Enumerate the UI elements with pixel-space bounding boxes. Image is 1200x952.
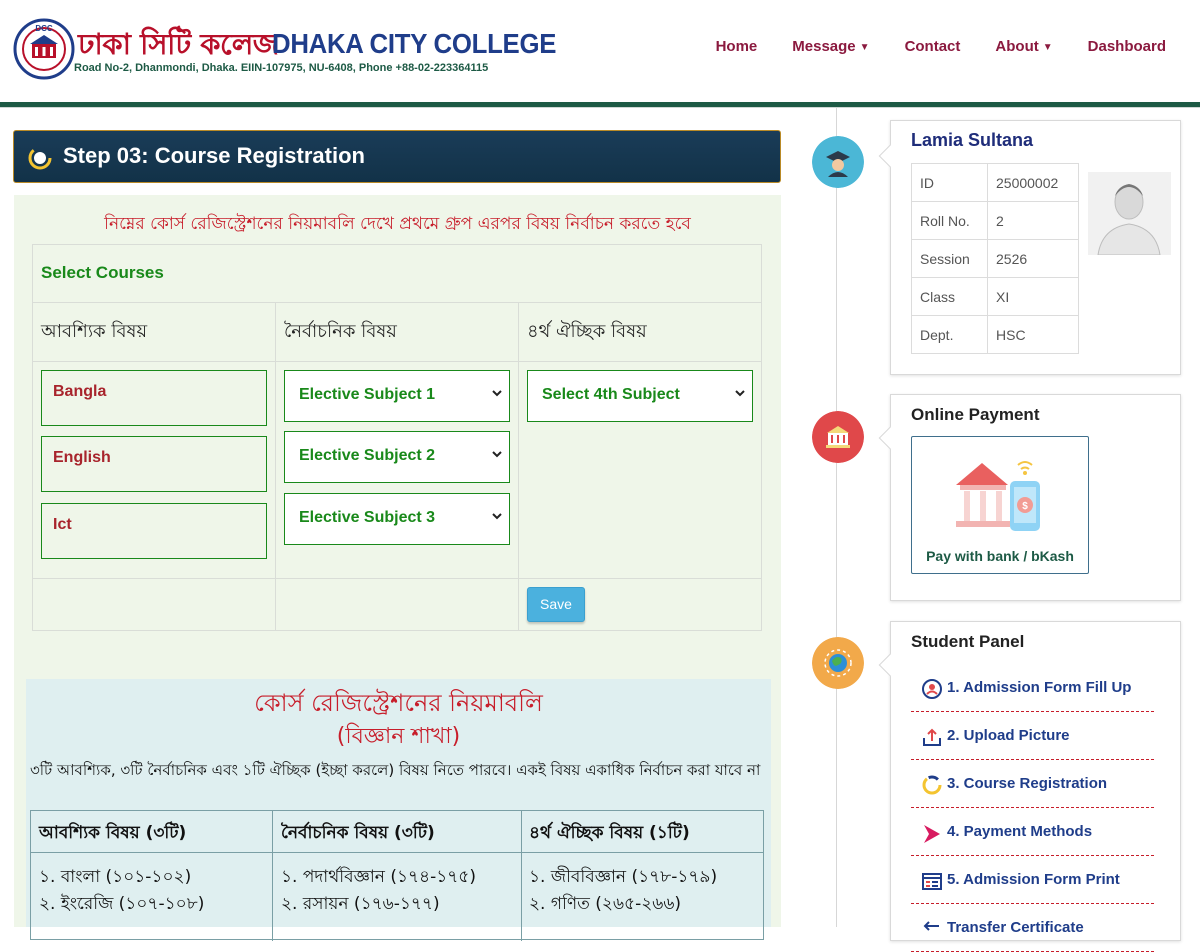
main-nav: Home Message ▼ Contact About ▼ Dashboard <box>681 38 1166 55</box>
globe-icon <box>812 637 864 689</box>
compulsory-subject-ict: Ict <box>41 503 267 559</box>
panel-item-admission-form[interactable]: 1. Admission Form Fill Up <box>911 664 1154 712</box>
student-name: Lamia Sultana <box>911 130 1034 150</box>
rules-description: ৩টি আবশ্যিক, ৩টি নৈর্বাচনিক এবং ১টি ঐচ্ছ… <box>30 761 761 779</box>
save-button[interactable]: Save <box>527 587 585 622</box>
college-logo-icon[interactable]: DCC <box>13 17 75 81</box>
panel-item-transfer-certificate[interactable]: Transfer Certificate <box>911 904 1154 952</box>
rules-header-elective: নৈর্বাচনিক বিষয় (৩টি) <box>281 823 435 843</box>
student-panel-card: Student Panel 1. Admission Form Fill Up … <box>878 621 1181 952</box>
spinner-icon <box>28 146 52 170</box>
user-circle-icon <box>922 679 942 699</box>
site-header: DCC ঢাকা সিটি কলেজ DHAKA CITY COLLEGE Ro… <box>0 0 1200 103</box>
elective-select-2[interactable]: Elective Subject 2 <box>284 431 510 483</box>
avatar <box>1088 172 1171 255</box>
nav-about[interactable]: About ▼ <box>995 38 1052 55</box>
table-divider <box>521 811 522 941</box>
table-row: Roll No. 2 <box>911 201 1079 240</box>
table-divider <box>272 811 273 941</box>
student-panel-title: Student Panel <box>911 632 1025 651</box>
select-courses-title: Select Courses <box>41 263 164 282</box>
student-info-card: Lamia Sultana ID 25000002 Roll No. 2 Sessi… <box>878 120 1181 375</box>
table-row: ID 25000002 <box>911 163 1079 202</box>
panel-item-payment-methods[interactable]: 4. Payment Methods <box>911 808 1154 856</box>
rules-compulsory-list: ১. বাংলা (১০১-১০২) ২. ইংরেজি (১০৭-১০৮) <box>39 864 204 918</box>
svg-text:$: $ <box>1022 501 1028 512</box>
rules-header-fourth: ৪র্থ ঐচ্ছিক বিষয় (১টি) <box>529 823 690 843</box>
chevron-down-icon <box>492 513 502 520</box>
column-header-elective: নৈর্বাচনিক বিষয় <box>284 321 397 342</box>
course-selection-table: Select Courses আবশ্যিক বিষয় নৈর্বাচনিক … <box>32 244 762 631</box>
transfer-icon <box>923 921 939 931</box>
nav-dashboard[interactable]: Dashboard <box>1088 38 1166 55</box>
list-item: ২. গণিত (২৬৫-২৬৬) <box>529 894 682 914</box>
rules-header-compulsory: আবশ্যিক বিষয় (৩টি) <box>39 823 187 843</box>
nav-message[interactable]: Message ▼ <box>792 38 869 55</box>
list-item: ১. বাংলা (১০১-১০২) <box>39 867 192 887</box>
registration-rules-panel: কোর্স রেজিস্ট্রেশনের নিয়মাবলি (বিজ্ঞান … <box>26 679 771 941</box>
column-header-compulsory: আবশ্যিক বিষয় <box>41 321 148 342</box>
table-row: Session 2526 <box>911 239 1079 278</box>
list-item: ১. জীববিজ্ঞান (১৭৮-১৭৯) <box>529 867 718 887</box>
college-address: Road No-2, Dhanmondi, Dhaka. EIIN-107975… <box>74 62 489 74</box>
rules-title: কোর্স রেজিস্ট্রেশনের নিয়মাবলি <box>254 689 543 717</box>
rules-table: আবশ্যিক বিষয় (৩টি) নৈর্বাচনিক বিষয় (৩ট… <box>30 810 764 941</box>
table-divider <box>275 302 276 630</box>
table-row: Class XI <box>911 277 1079 316</box>
print-form-icon <box>922 873 942 890</box>
chevron-down-icon <box>492 390 502 397</box>
course-registration-panel: নিম্নের কোর্স রেজিস্ট্রেশনের নিয়মাবলি দ… <box>14 195 781 941</box>
caret-down-icon: ▼ <box>859 42 870 53</box>
compulsory-subject-bangla: Bangla <box>41 370 267 426</box>
list-item: ২. রসায়ন (১৭৬-১৭৭) <box>281 894 440 914</box>
bank-mobile-payment-icon: $ <box>956 461 1040 531</box>
panel-item-upload-picture[interactable]: 2. Upload Picture <box>911 712 1154 760</box>
step-banner: Step 03: Course Registration <box>13 130 781 183</box>
header-divider <box>0 102 1200 108</box>
upload-icon <box>923 728 941 746</box>
spinner-icon <box>922 775 942 795</box>
table-divider <box>33 302 761 303</box>
timeline-line <box>836 108 837 927</box>
list-item: ১. পদার্থবিজ্ঞান (১৭৪-১৭৫) <box>281 867 476 887</box>
table-divider <box>33 578 761 579</box>
logo-english-text: DHAKA CITY COLLEGE <box>272 28 557 59</box>
chevron-down-icon <box>492 451 502 458</box>
step-title: Step 03: Course Registration <box>63 143 365 168</box>
pay-with-bank-button[interactable]: $ Pay with bank / bKash <box>911 436 1089 574</box>
fourth-subject-select[interactable]: Select 4th Subject <box>527 370 753 422</box>
table-divider <box>518 302 519 630</box>
elective-select-3[interactable]: Elective Subject 3 <box>284 493 510 545</box>
table-divider <box>33 361 761 362</box>
list-item: ২. ইংরেজি (১০৭-১০৮) <box>39 894 205 914</box>
column-header-fourth: ৪র্থ ঐচ্ছিক বিষয় <box>527 321 647 342</box>
online-payment-card: Online Payment $ Pay with bank / bKash <box>878 394 1181 601</box>
caret-down-icon: ▼ <box>1042 42 1053 53</box>
elective-select-1[interactable]: Elective Subject 1 <box>284 370 510 422</box>
registration-instruction: নিম্নের কোর্স রেজিস্ট্রেশনের নিয়মাবলি দ… <box>104 214 691 234</box>
compulsory-subject-english: English <box>41 436 267 492</box>
student-info-table: ID 25000002 Roll No. 2 Session 2526 Class XI… <box>911 163 1079 354</box>
rules-subtitle: (বিজ্ঞান শাখা) <box>336 724 461 749</box>
chevron-down-icon <box>735 390 745 397</box>
rules-elective-list: ১. পদার্থবিজ্ঞান (১৭৪-১৭৫) ২. রসায়ন (১৭… <box>281 864 476 918</box>
rules-fourth-list: ১. জীববিজ্ঞান (১৭৮-১৭৯) ২. গণিত (২৬৫-২৬৬… <box>529 864 717 918</box>
table-row: Dept. HSC <box>911 315 1079 354</box>
bank-icon <box>812 411 864 463</box>
online-payment-title: Online Payment <box>911 405 1040 424</box>
panel-item-admission-print[interactable]: 5. Admission Form Print <box>911 856 1154 904</box>
panel-item-course-registration[interactable]: 3. Course Registration <box>911 760 1154 808</box>
arrow-icon <box>924 825 940 843</box>
nav-contact[interactable]: Contact <box>905 38 961 55</box>
nav-home[interactable]: Home <box>716 38 758 55</box>
logo-abbr: DCC <box>35 24 53 33</box>
graduate-icon <box>812 136 864 188</box>
table-divider <box>31 852 763 853</box>
pay-button-label: Pay with bank / bKash <box>926 548 1074 564</box>
